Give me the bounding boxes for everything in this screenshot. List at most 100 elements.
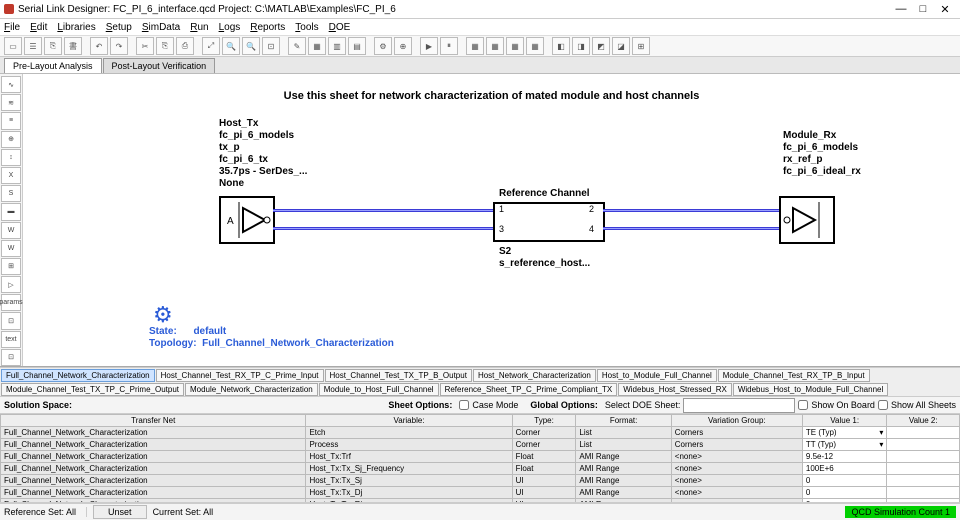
toolbar-button[interactable]: ◪ bbox=[612, 37, 630, 55]
close-button[interactable]: ✕ bbox=[934, 3, 956, 16]
toolbar-button[interactable]: ☰ bbox=[24, 37, 42, 55]
wire bbox=[273, 209, 493, 212]
module-rx-block[interactable] bbox=[779, 196, 835, 244]
menu-setup[interactable]: Setup bbox=[106, 22, 132, 33]
menu-edit[interactable]: Edit bbox=[30, 22, 47, 33]
palette-item[interactable]: params bbox=[1, 294, 21, 311]
toolbar-button[interactable]: ◧ bbox=[552, 37, 570, 55]
menu-tools[interactable]: Tools bbox=[295, 22, 318, 33]
case-mode-checkbox[interactable] bbox=[459, 400, 469, 410]
table-row[interactable]: Full_Channel_Network_CharacterizationHos… bbox=[1, 475, 960, 487]
toolbar-button[interactable]: ⊡ bbox=[262, 37, 280, 55]
palette-item[interactable]: ↕ bbox=[1, 149, 21, 166]
toolbar-button[interactable]: ⎙ bbox=[176, 37, 194, 55]
grid-header[interactable]: Variable: bbox=[306, 415, 512, 427]
sheet-tab[interactable]: Module_Channel_Test_RX_TP_B_Input bbox=[718, 369, 870, 382]
toolbar-button[interactable]: ▭ bbox=[4, 37, 22, 55]
tab-pre-layout[interactable]: Pre-Layout Analysis bbox=[4, 58, 102, 73]
toolbar-button[interactable]: ⏸ bbox=[440, 37, 458, 55]
host-tx-block[interactable]: A bbox=[219, 196, 275, 244]
toolbar-button[interactable]: ▦ bbox=[308, 37, 326, 55]
palette-item[interactable]: ⊡ bbox=[1, 312, 21, 329]
sheet-tab[interactable]: Widebus_Host_Stressed_RX bbox=[618, 383, 732, 396]
sheet-tab[interactable]: Host_Channel_Test_TX_TP_B_Output bbox=[325, 369, 472, 382]
sheet-tab[interactable]: Host_Channel_Test_RX_TP_C_Prime_Input bbox=[156, 369, 324, 382]
toolbar-button[interactable]: ▦ bbox=[486, 37, 504, 55]
doe-sheet-combo[interactable] bbox=[683, 398, 795, 413]
toolbar-button[interactable]: 書 bbox=[64, 37, 82, 55]
toolbar-button[interactable]: ⊞ bbox=[632, 37, 650, 55]
schematic-canvas[interactable]: Use this sheet for network characterizat… bbox=[23, 74, 960, 366]
toolbar-button[interactable]: ✂ bbox=[136, 37, 154, 55]
toolbar-button[interactable]: ⤢ bbox=[202, 37, 220, 55]
menu-reports[interactable]: Reports bbox=[250, 22, 285, 33]
show-all-sheets-checkbox[interactable] bbox=[878, 400, 888, 410]
table-row[interactable]: Full_Channel_Network_CharacterizationHos… bbox=[1, 487, 960, 499]
palette-item[interactable]: ▷ bbox=[1, 276, 21, 293]
toolbar-button[interactable]: ▥ bbox=[328, 37, 346, 55]
toolbar-button[interactable]: ⊕ bbox=[394, 37, 412, 55]
palette-item[interactable]: ⊕ bbox=[1, 131, 21, 148]
menu-run[interactable]: Run bbox=[190, 22, 208, 33]
grid-header[interactable]: Value 1: bbox=[802, 415, 887, 427]
grid-header[interactable]: Transfer Net bbox=[1, 415, 306, 427]
menu-logs[interactable]: Logs bbox=[219, 22, 241, 33]
toolbar-button[interactable]: ▶ bbox=[420, 37, 438, 55]
toolbar: ▭☰⎘書↶↷✂⎘⎙⤢🔍🔍⊡✎▦▥▤⚙⊕▶⏸▦▦▦▦◧◨◩◪⊞ bbox=[0, 36, 960, 57]
grid-header[interactable]: Format: bbox=[576, 415, 671, 427]
menu-doe[interactable]: DOE bbox=[329, 22, 351, 33]
toolbar-button[interactable]: ◨ bbox=[572, 37, 590, 55]
toolbar-button[interactable]: ⎘ bbox=[44, 37, 62, 55]
menu-simdata[interactable]: SimData bbox=[142, 22, 180, 33]
show-on-board-checkbox[interactable] bbox=[798, 400, 808, 410]
sheet-tab[interactable]: Widebus_Host_to_Module_Full_Channel bbox=[733, 383, 888, 396]
menu-file[interactable]: File bbox=[4, 22, 20, 33]
doe-sheet-label: Select DOE Sheet: bbox=[605, 400, 681, 410]
palette-item[interactable]: ▬ bbox=[1, 203, 21, 220]
toolbar-button[interactable]: ▦ bbox=[466, 37, 484, 55]
toolbar-button[interactable]: ↶ bbox=[90, 37, 108, 55]
solution-space-grid[interactable]: Transfer NetVariable:Type:Format:Variati… bbox=[0, 414, 960, 503]
palette-item[interactable]: ≡ bbox=[1, 112, 21, 129]
toolbar-button[interactable]: ▦ bbox=[526, 37, 544, 55]
table-row[interactable]: Full_Channel_Network_CharacterizationHos… bbox=[1, 463, 960, 475]
palette-item[interactable]: W bbox=[1, 222, 21, 239]
table-row[interactable]: Full_Channel_Network_CharacterizationEtc… bbox=[1, 427, 960, 439]
palette-item[interactable]: W bbox=[1, 240, 21, 257]
palette-item[interactable]: S bbox=[1, 185, 21, 202]
palette-item[interactable]: X bbox=[1, 167, 21, 184]
toolbar-button[interactable]: ▦ bbox=[506, 37, 524, 55]
toolbar-button[interactable]: ▤ bbox=[348, 37, 366, 55]
sheet-tab[interactable]: Full_Channel_Network_Characterization bbox=[1, 369, 155, 382]
toolbar-button[interactable]: ◩ bbox=[592, 37, 610, 55]
palette-item[interactable]: text bbox=[1, 331, 21, 348]
palette-item[interactable]: ⊡ bbox=[1, 349, 21, 366]
sheet-options-label: Sheet Options: bbox=[388, 400, 452, 410]
toolbar-button[interactable]: ✎ bbox=[288, 37, 306, 55]
unset-button[interactable]: Unset bbox=[93, 505, 147, 519]
toolbar-button[interactable]: 🔍 bbox=[222, 37, 240, 55]
palette-item[interactable]: ≋ bbox=[1, 94, 21, 111]
sheet-tab[interactable]: Module_to_Host_Full_Channel bbox=[319, 383, 439, 396]
sheet-tab[interactable]: Module_Channel_Test_TX_TP_C_Prime_Output bbox=[1, 383, 184, 396]
menu-libraries[interactable]: Libraries bbox=[57, 22, 95, 33]
sheet-tab[interactable]: Reference_Sheet_TP_C_Prime_Compliant_TX bbox=[440, 383, 618, 396]
palette-item[interactable]: ∿ bbox=[1, 76, 21, 93]
tab-post-layout[interactable]: Post-Layout Verification bbox=[103, 58, 216, 73]
maximize-button[interactable]: □ bbox=[912, 3, 934, 15]
minimize-button[interactable]: — bbox=[890, 3, 912, 15]
toolbar-button[interactable]: ⚙ bbox=[374, 37, 392, 55]
toolbar-button[interactable]: ⎘ bbox=[156, 37, 174, 55]
palette-item[interactable]: ⊞ bbox=[1, 258, 21, 275]
table-row[interactable]: Full_Channel_Network_CharacterizationHos… bbox=[1, 451, 960, 463]
port-1: 1 bbox=[499, 204, 504, 214]
sheet-tab[interactable]: Module_Network_Characterization bbox=[185, 383, 318, 396]
sheet-tab[interactable]: Host_to_Module_Full_Channel bbox=[597, 369, 717, 382]
grid-header[interactable]: Value 2: bbox=[887, 415, 960, 427]
table-row[interactable]: Full_Channel_Network_CharacterizationPro… bbox=[1, 439, 960, 451]
grid-header[interactable]: Type: bbox=[512, 415, 576, 427]
sheet-tab[interactable]: Host_Network_Characterization bbox=[473, 369, 596, 382]
grid-header[interactable]: Variation Group: bbox=[671, 415, 802, 427]
toolbar-button[interactable]: ↷ bbox=[110, 37, 128, 55]
toolbar-button[interactable]: 🔍 bbox=[242, 37, 260, 55]
